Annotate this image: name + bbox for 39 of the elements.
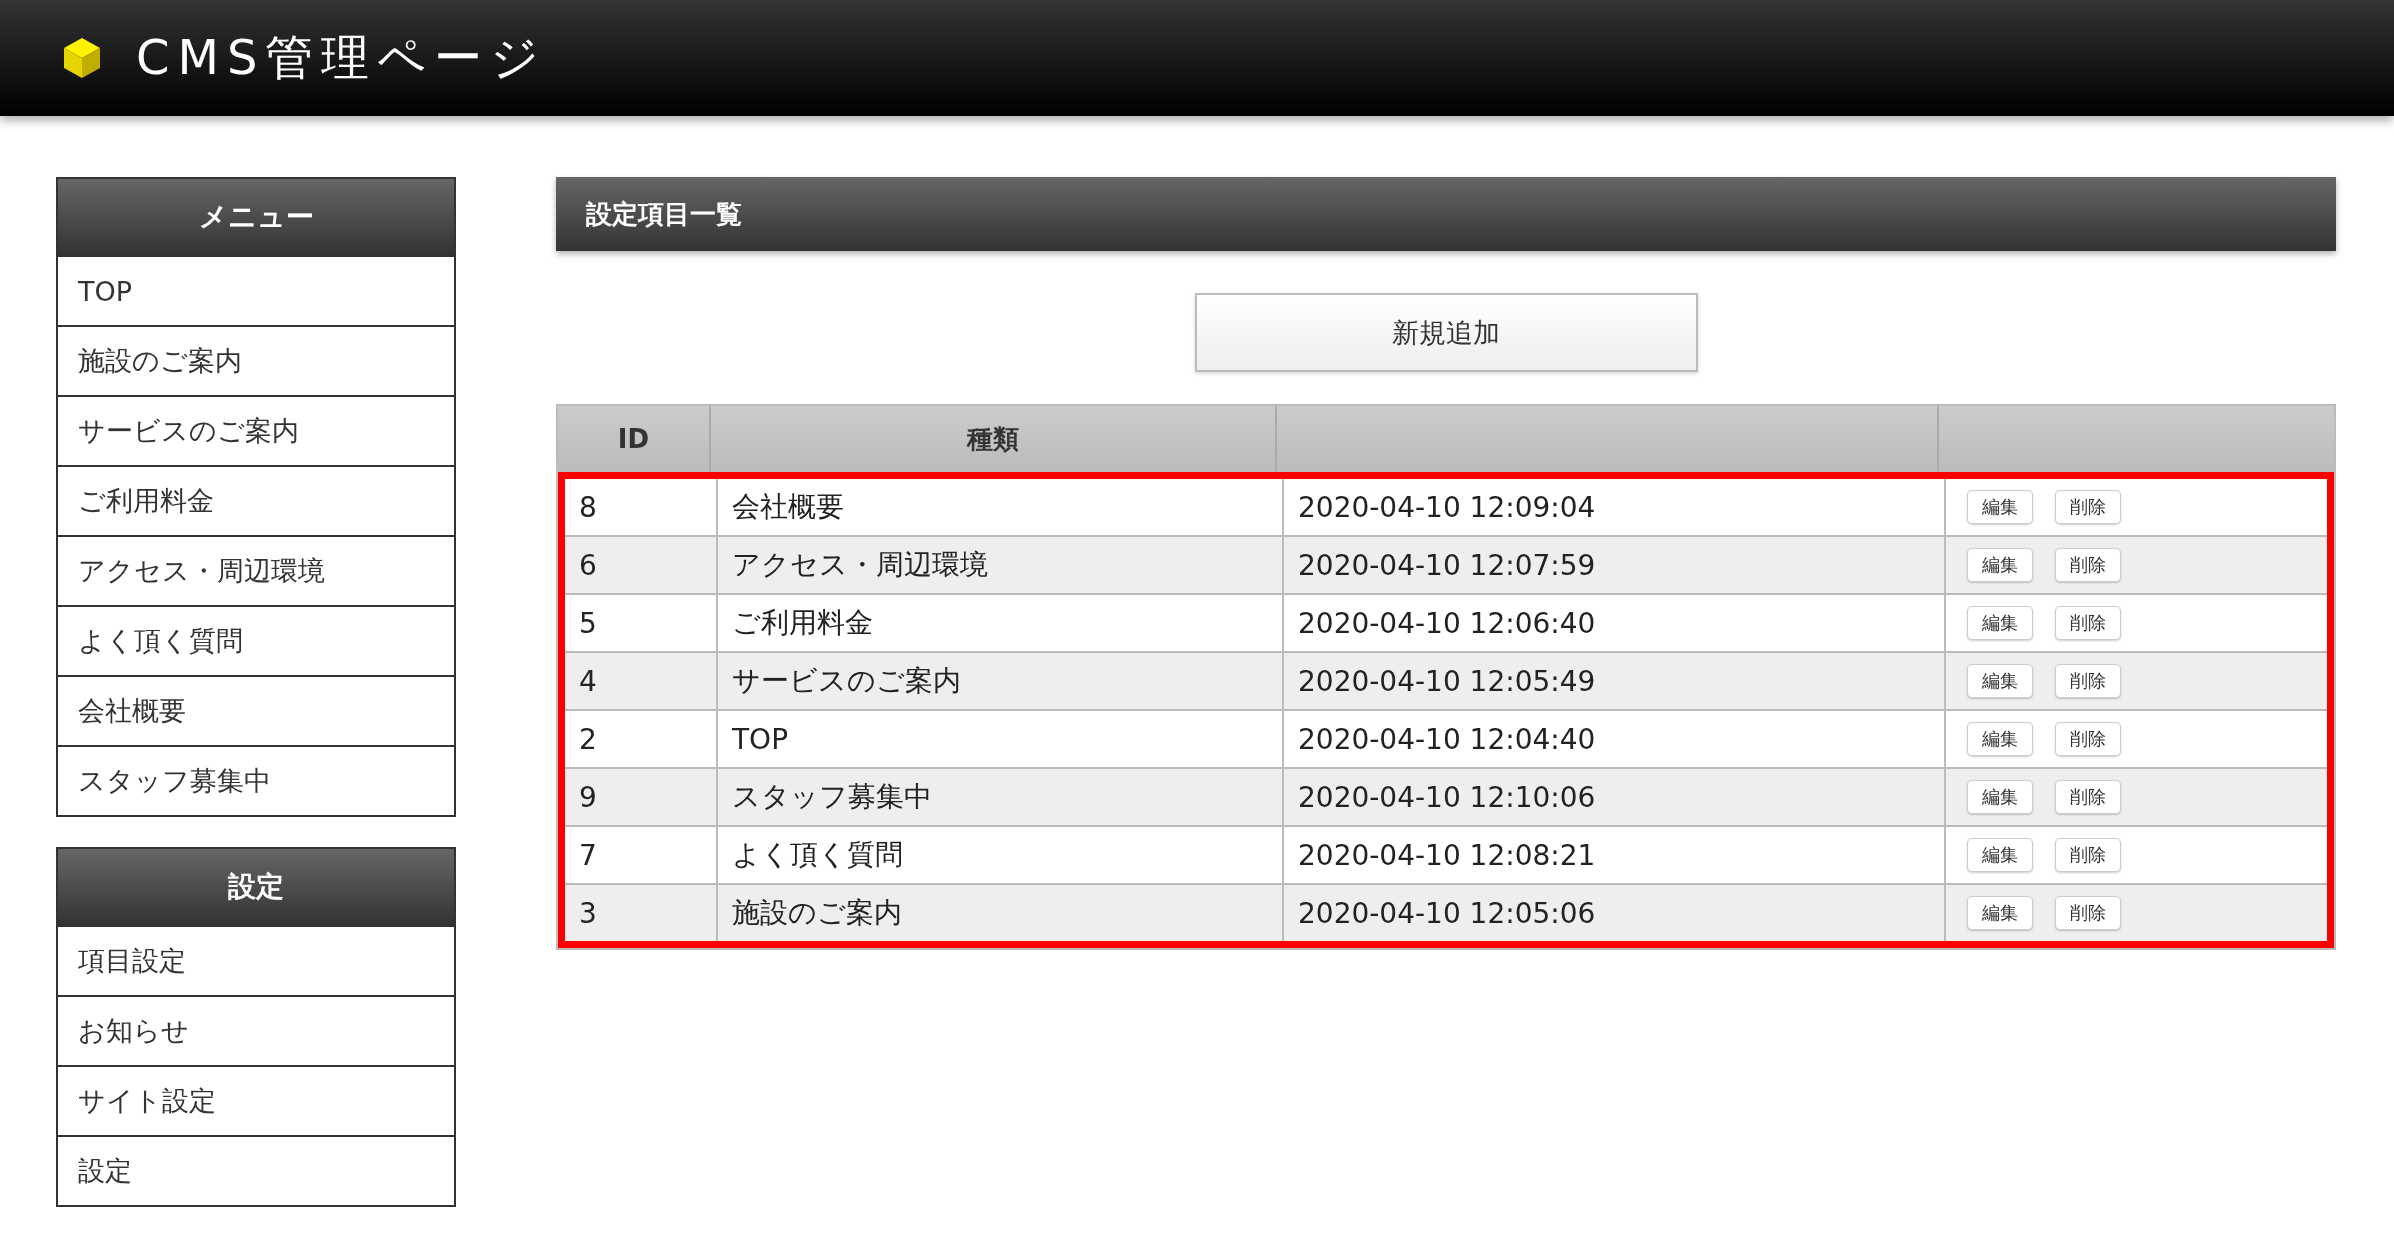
edit-button[interactable]: 編集 bbox=[1967, 722, 2033, 756]
delete-button[interactable]: 削除 bbox=[2055, 722, 2121, 756]
edit-button[interactable]: 編集 bbox=[1967, 780, 2033, 814]
menu-item[interactable]: 項目設定 bbox=[58, 925, 454, 995]
menu-heading: 設定 bbox=[58, 849, 454, 925]
delete-button[interactable]: 削除 bbox=[2055, 490, 2121, 524]
menu-item[interactable]: お知らせ bbox=[58, 995, 454, 1065]
menu-item[interactable]: 設定 bbox=[58, 1135, 454, 1205]
section-title: 設定項目一覧 bbox=[556, 177, 2336, 251]
menu-item[interactable]: アクセス・周辺環境 bbox=[58, 535, 454, 605]
cube-icon bbox=[62, 37, 102, 79]
table-cell: 3 bbox=[565, 885, 718, 941]
menu-item[interactable]: サイト設定 bbox=[58, 1065, 454, 1135]
menu-item[interactable]: ご利用料金 bbox=[58, 465, 454, 535]
delete-button[interactable]: 削除 bbox=[2055, 838, 2121, 872]
delete-button[interactable]: 削除 bbox=[2055, 606, 2121, 640]
table-cell: 2020-04-10 12:05:06 bbox=[1284, 885, 1946, 941]
column-header: 種類 bbox=[711, 406, 1277, 472]
menu-item[interactable]: TOP bbox=[58, 255, 454, 325]
column-header: ID bbox=[558, 406, 711, 472]
menu-item[interactable]: 会社概要 bbox=[58, 675, 454, 745]
menu-item[interactable]: サービスのご案内 bbox=[58, 395, 454, 465]
menu-item[interactable]: 施設のご案内 bbox=[58, 325, 454, 395]
delete-button[interactable]: 削除 bbox=[2055, 896, 2121, 930]
edit-button[interactable]: 編集 bbox=[1967, 606, 2033, 640]
delete-button[interactable]: 削除 bbox=[2055, 548, 2121, 582]
table-cell: 施設のご案内 bbox=[718, 885, 1284, 941]
add-button[interactable]: 新規追加 bbox=[1194, 293, 1698, 372]
menu-item[interactable]: よく頂く質問 bbox=[58, 605, 454, 675]
edit-button[interactable]: 編集 bbox=[1967, 664, 2033, 698]
edit-button[interactable]: 編集 bbox=[1967, 548, 2033, 582]
edit-button[interactable]: 編集 bbox=[1967, 838, 2033, 872]
site-title: CMS管理ページ bbox=[136, 28, 548, 87]
edit-button[interactable]: 編集 bbox=[1967, 490, 2033, 524]
menu-heading: メニュー bbox=[58, 179, 454, 255]
delete-button[interactable]: 削除 bbox=[2055, 780, 2121, 814]
edit-button[interactable]: 編集 bbox=[1967, 896, 2033, 930]
menu-item[interactable]: スタッフ募集中 bbox=[58, 745, 454, 815]
delete-button[interactable]: 削除 bbox=[2055, 664, 2121, 698]
